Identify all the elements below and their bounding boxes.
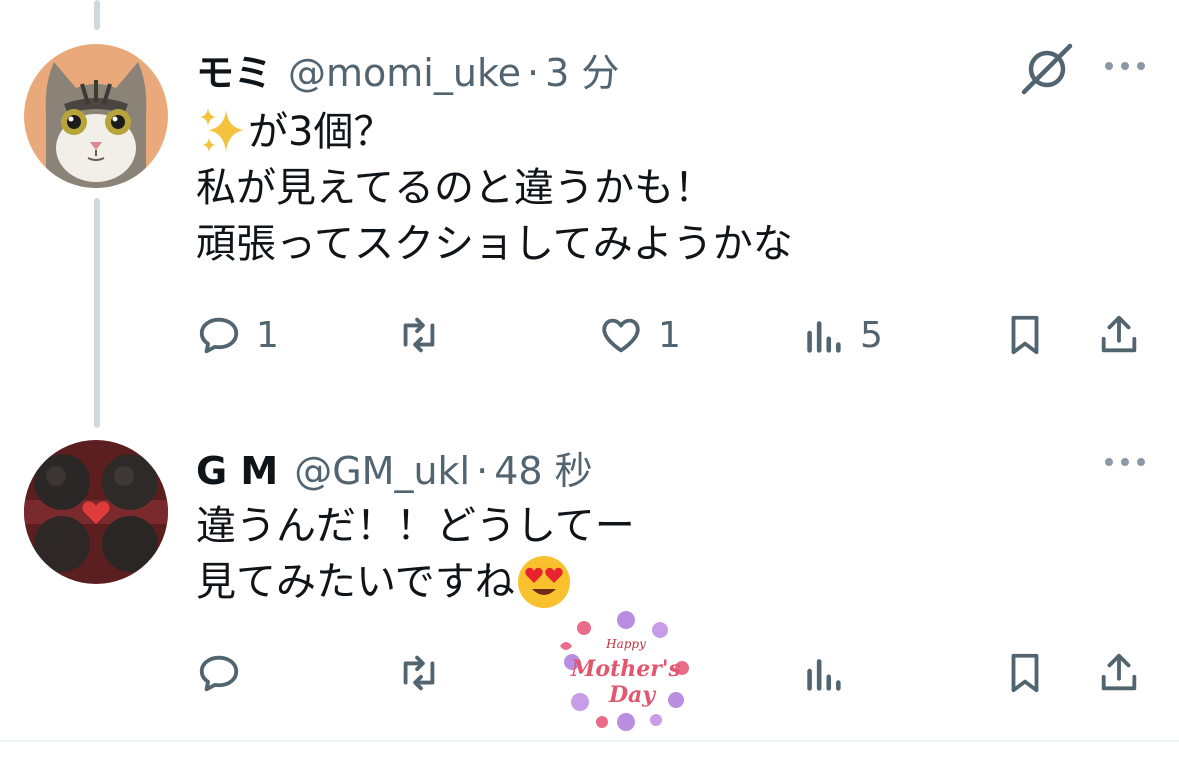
separator-dot: · <box>526 51 540 95</box>
cat-avatar-image <box>24 44 168 188</box>
retweet-icon <box>403 317 435 353</box>
avatar-momi[interactable] <box>24 44 168 188</box>
share-button[interactable] <box>1096 312 1142 358</box>
bookmark-icon <box>1011 653 1039 693</box>
chocolate-avatar-image <box>24 440 168 584</box>
more-icon[interactable] <box>1105 60 1145 72</box>
like-icon <box>602 318 640 353</box>
bookmark-button[interactable] <box>1002 312 1048 358</box>
retweet-icon <box>403 655 435 691</box>
tweet-text: が3個？ 私が見えてるのと違うかも！ 頑張ってスクショしてみようかな <box>196 104 793 272</box>
user-handle[interactable]: @momi_uke <box>288 51 521 95</box>
reply-count: 1 <box>256 314 279 356</box>
separator-dot: · <box>476 449 489 493</box>
user-handle[interactable]: @GM_ukl <box>294 449 470 493</box>
views-button[interactable] <box>800 650 846 696</box>
retweet-button[interactable] <box>396 312 442 358</box>
tweet-line-text: が3個？ <box>248 109 394 155</box>
tweet-line: 見てみたいですね <box>196 554 635 610</box>
share-button[interactable] <box>1096 650 1142 696</box>
retweet-button[interactable] <box>396 650 442 696</box>
reply-icon <box>199 317 239 354</box>
tweet-header: モミ @momi_uke · 3 分 <box>196 42 619 97</box>
reply-icon <box>199 655 239 692</box>
tweet-line: 私が見えてるのと違うかも！ <box>196 165 714 211</box>
tweet-line: 違うんだ！！どうしてー <box>196 503 635 549</box>
timestamp[interactable]: 48 秒 <box>494 440 592 495</box>
tweet-line: 頑張ってスクショしてみようかな <box>196 221 793 267</box>
tweet-text: 違うんだ！！どうしてー 見てみたいですね <box>196 498 635 610</box>
timestamp[interactable]: 3 分 <box>545 42 619 97</box>
views-count: 5 <box>860 314 883 356</box>
share-icon <box>1101 653 1137 691</box>
tweet-header: G M @GM_ukl · 48 秒 <box>196 440 593 495</box>
share-icon <box>1101 315 1137 353</box>
thread-connector-top <box>94 0 100 30</box>
like-count: 1 <box>658 314 681 356</box>
action-bar <box>196 650 1146 700</box>
bookmark-button[interactable] <box>1002 650 1048 696</box>
sticker-happy: Happy <box>605 637 646 651</box>
bookmark-icon <box>1011 315 1039 355</box>
views-icon <box>807 659 841 691</box>
views-icon <box>807 321 841 353</box>
thread-connector <box>94 198 100 428</box>
action-bar: 1 1 5 <box>196 312 1146 362</box>
reply-button[interactable]: 1 <box>196 312 279 358</box>
more-icon[interactable] <box>1105 456 1145 468</box>
views-button[interactable]: 5 <box>800 312 883 358</box>
display-name[interactable]: G M <box>196 449 278 493</box>
grok-icon[interactable] <box>1020 42 1074 96</box>
tweet-divider <box>0 740 1179 742</box>
avatar-gm[interactable] <box>24 440 168 584</box>
like-button[interactable]: 1 <box>598 312 681 358</box>
tweet-line: が3個？ <box>196 104 793 160</box>
tweet-line-text: 見てみたいですね <box>196 559 515 605</box>
heart-eyes-emoji-icon <box>517 556 570 608</box>
sparkles-emoji-icon <box>200 108 244 152</box>
reply-button[interactable] <box>196 650 242 696</box>
display-name[interactable]: モミ <box>196 42 272 97</box>
